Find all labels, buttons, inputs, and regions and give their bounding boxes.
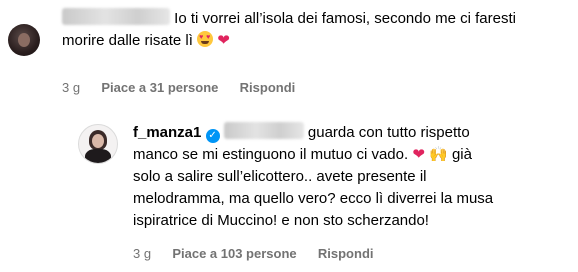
comment-2-reply-button[interactable]: Rispondi [318,246,374,261]
heart-eyes-emoji-icon: ♥ ♥ [197,31,214,47]
comment-1-text: Io ti vorrei all’isola dei famosi, secon… [62,8,562,52]
comment-2-likes[interactable]: Piace a 103 persone [172,246,296,261]
comment-1-meta: 3 g Piace a 31 persone Rispondi [62,80,295,95]
comment-2-line-1: guarda con tutto rispetto [307,124,470,141]
blurred-mention[interactable] [223,122,304,139]
raised-hands-emoji-icon: 🙌 [429,146,448,163]
reply-author-avatar[interactable] [78,124,118,164]
reply-username[interactable]: f_manza1 [133,124,201,141]
comment-2-line-5: ispiratrice di Muccino! e non sto scherz… [133,212,429,229]
blurred-username[interactable] [62,8,170,25]
commenter-avatar[interactable] [8,24,40,56]
comment-2-time[interactable]: 3 g [133,246,151,261]
red-heart-emoji-icon: ❤ [217,32,230,49]
red-heart-emoji-icon: ❤ [412,146,425,163]
comment-2-line-2b: già [451,146,472,163]
comment-2-meta: 3 g Piace a 103 persone Rispondi [133,246,374,261]
comment-2-text: f_manza1 ✓ guarda con tutto rispetto man… [133,122,553,232]
comment-2-line-3: solo a salire sull’elicottero.. avete pr… [133,168,427,185]
comment-1-reply-button[interactable]: Rispondi [240,80,296,95]
comment-2-line-4: melodramma, ma quello vero? ecco lì dive… [133,190,494,207]
comment-1-time[interactable]: 3 g [62,80,80,95]
comment-2-line-2: manco se mi estinguono il mutuo ci vado. [133,146,409,163]
verified-badge-icon: ✓ [205,129,220,143]
comment-1-likes[interactable]: Piace a 31 persone [101,80,218,95]
